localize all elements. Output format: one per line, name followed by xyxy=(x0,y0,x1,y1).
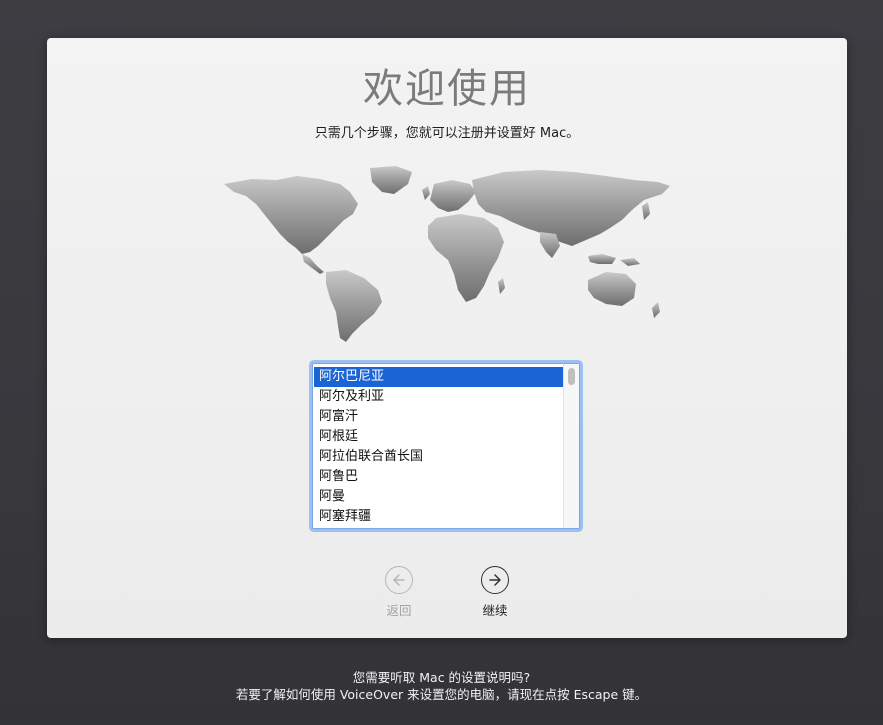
list-item[interactable]: 阿尔及利亚 xyxy=(314,387,564,407)
list-item[interactable]: 阿鲁巴 xyxy=(314,467,564,487)
list-item[interactable]: 阿曼 xyxy=(314,487,564,507)
scrollbar-thumb[interactable] xyxy=(568,368,575,385)
voiceover-hint-line2: 若要了解如何使用 VoiceOver 来设置您的电脑，请现在点按 Escape … xyxy=(235,687,648,702)
country-list[interactable]: 阿尔巴尼亚 阿尔及利亚 阿富汗 阿根廷 阿拉伯联合酋长国 阿鲁巴 阿曼 阿塞拜疆 xyxy=(312,363,580,529)
page-title: 欢迎使用 xyxy=(363,66,531,112)
back-label: 返回 xyxy=(386,603,412,618)
list-item[interactable]: 阿富汗 xyxy=(314,407,564,427)
voiceover-hint-line1: 您需要听取 Mac 的设置说明吗? xyxy=(352,670,531,685)
continue-button[interactable]: 继续 xyxy=(465,566,525,619)
arrow-left-circle-icon xyxy=(385,566,413,594)
back-button[interactable]: 返回 xyxy=(369,566,429,619)
setup-assistant-screen: 欢迎使用 只需几个步骤，您就可以注册并设置好 Mac。 阿尔巴尼亚 阿尔及利亚 … xyxy=(0,0,883,725)
continue-label: 继续 xyxy=(482,603,508,618)
list-item[interactable]: 阿根廷 xyxy=(314,427,564,447)
voiceover-hint: 您需要听取 Mac 的设置说明吗? 若要了解如何使用 VoiceOver 来设置… xyxy=(0,669,883,703)
country-list-items: 阿尔巴尼亚 阿尔及利亚 阿富汗 阿根廷 阿拉伯联合酋长国 阿鲁巴 阿曼 阿塞拜疆 xyxy=(314,367,564,527)
list-item[interactable]: 阿拉伯联合酋长国 xyxy=(314,447,564,467)
arrow-right-circle-icon xyxy=(481,566,509,594)
page-subtitle: 只需几个步骤，您就可以注册并设置好 Mac。 xyxy=(314,126,580,141)
world-map-illustration xyxy=(224,166,670,342)
list-scrollbar[interactable] xyxy=(563,364,579,528)
list-item[interactable]: 阿塞拜疆 xyxy=(314,507,564,527)
list-item[interactable]: 阿尔巴尼亚 xyxy=(314,367,564,387)
welcome-panel: 欢迎使用 只需几个步骤，您就可以注册并设置好 Mac。 阿尔巴尼亚 阿尔及利亚 … xyxy=(47,38,847,638)
